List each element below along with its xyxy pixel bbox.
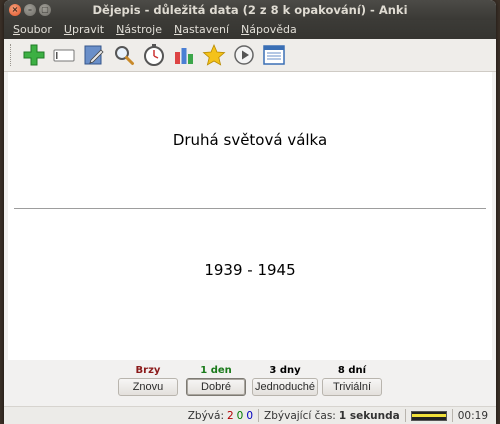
- status-separator: [258, 409, 260, 422]
- remaining-label: Zbývá:: [187, 409, 224, 422]
- answer-again: Brzy Znovu: [118, 364, 178, 396]
- remaining-red-count: 2: [226, 409, 234, 422]
- menu-nastaveni-accel: N: [173, 23, 183, 36]
- menu-upravit-accel: U: [63, 23, 72, 36]
- again-button[interactable]: Znovu: [118, 378, 178, 396]
- elapsed-time: 00:19: [457, 409, 488, 422]
- anki-window: × – ▢ Dějepis - důležitá data (2 z 8 k o…: [4, 0, 496, 424]
- card-icon[interactable]: [52, 43, 76, 67]
- answer-good: 1 den Dobré: [186, 364, 246, 396]
- stats-icon[interactable]: [172, 43, 196, 67]
- menu-soubor-label: oubor: [19, 23, 52, 36]
- timer-icon[interactable]: [142, 43, 166, 67]
- time-remaining-value: 1 sekunda: [338, 409, 400, 422]
- remaining-blue-count: 0: [246, 409, 254, 422]
- session-progress-fill: [411, 413, 446, 417]
- menu-napoveda[interactable]: Nápověda: [241, 23, 297, 36]
- title-bar: × – ▢ Dějepis - důležitá data (2 z 8 k o…: [4, 0, 496, 20]
- window-title: Dějepis - důležitá data (2 z 8 k opaková…: [92, 3, 408, 17]
- card-answer: 1939 - 1945: [204, 261, 296, 279]
- list-icon[interactable]: [262, 43, 286, 67]
- add-icon[interactable]: [22, 43, 46, 67]
- card-view: Druhá světová válka 1939 - 1945: [8, 72, 492, 360]
- play-icon[interactable]: [232, 43, 256, 67]
- trivial-button[interactable]: Triviální: [322, 378, 382, 396]
- menu-soubor-accel: S: [13, 23, 20, 36]
- remaining-green-count: 0: [236, 409, 244, 422]
- session-progress-bar: [410, 410, 447, 421]
- menu-nastaveni[interactable]: Nastavení: [174, 23, 229, 36]
- toolbar-grip[interactable]: [10, 44, 14, 66]
- menu-nastroje-label: ástroje: [124, 23, 162, 36]
- easy-button[interactable]: Jednoduché: [252, 378, 318, 396]
- menu-nastroje[interactable]: Nástroje: [116, 23, 162, 36]
- menu-bar: Soubor Upravit Nástroje Nastavení Nápově…: [4, 20, 496, 39]
- answer-good-interval: 1 den: [200, 365, 232, 376]
- status-bar: Zbývá: 2 0 0 Zbývající čas: 1 sekunda 00…: [4, 406, 496, 424]
- status-separator: [451, 409, 453, 422]
- edit-icon[interactable]: [82, 43, 106, 67]
- menu-soubor[interactable]: Soubor: [13, 23, 52, 36]
- answer-divider: [14, 208, 486, 209]
- answer-trivial: 8 dní Triviální: [322, 364, 382, 396]
- star-icon[interactable]: [202, 43, 226, 67]
- menu-napoveda-label: ápověda: [249, 23, 297, 36]
- card-question: Druhá světová válka: [172, 131, 328, 149]
- search-icon[interactable]: [112, 43, 136, 67]
- answer-easy: 3 dny Jednoduché: [252, 364, 318, 396]
- menu-nastaveni-label: astavení: [182, 23, 230, 36]
- time-remaining-label: Zbývající čas:: [264, 409, 336, 422]
- menu-upravit[interactable]: Upravit: [64, 23, 104, 36]
- status-separator: [404, 409, 406, 422]
- answer-trivial-interval: 8 dní: [337, 365, 367, 376]
- answer-easy-interval: 3 dny: [269, 365, 301, 376]
- toolbar: [4, 39, 496, 72]
- menu-upravit-label: pravit: [71, 23, 105, 36]
- answer-again-interval: Brzy: [135, 365, 161, 376]
- good-button[interactable]: Dobré: [186, 378, 246, 396]
- answer-buttons: Brzy Znovu 1 den Dobré 3 dny Jednoduché …: [4, 364, 496, 400]
